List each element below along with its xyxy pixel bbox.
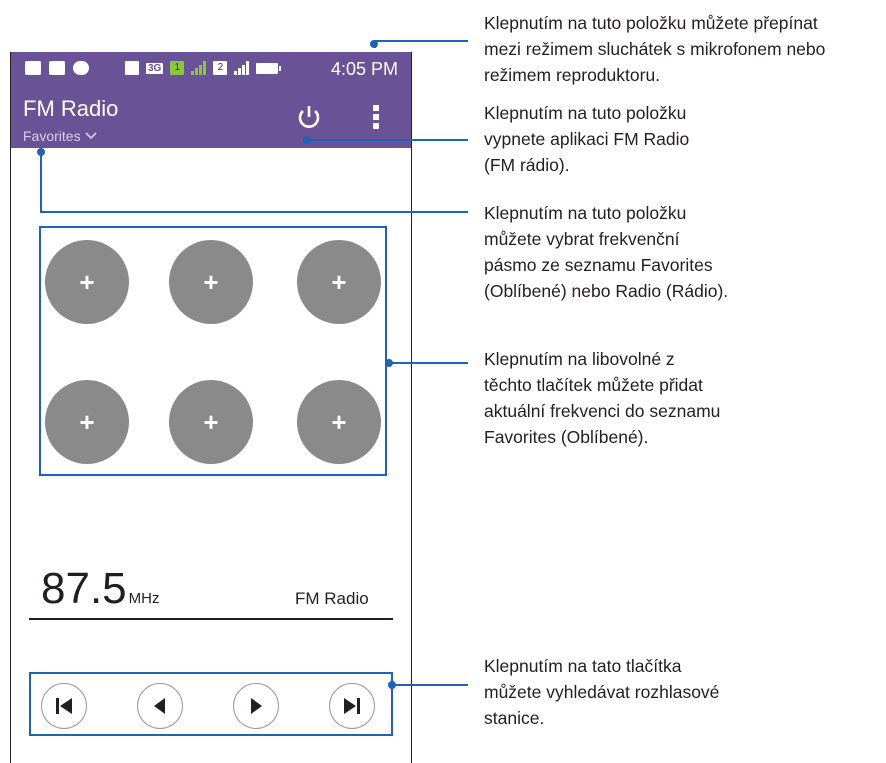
add-favorite-button[interactable]: + bbox=[169, 380, 253, 464]
vibrate-icon bbox=[125, 61, 139, 75]
callout-line: (FM rádio). bbox=[484, 155, 570, 175]
favorites-dropdown[interactable]: Favorites bbox=[23, 128, 97, 144]
overflow-menu-icon[interactable] bbox=[371, 102, 381, 132]
callout-line: Klepnutím na tuto položku bbox=[484, 103, 687, 123]
callout-connector bbox=[307, 139, 468, 141]
callout-line: vypnete aplikaci FM Radio bbox=[484, 129, 690, 149]
callout-line: Klepnutím na tuto položku můžete přepína… bbox=[484, 13, 818, 33]
callout-line: aktuální frekvenci do seznamu bbox=[484, 401, 721, 421]
add-favorite-button[interactable]: + bbox=[297, 240, 381, 324]
favorites-dropdown-label: Favorites bbox=[23, 128, 81, 144]
callout-line: režimem reproduktoru. bbox=[484, 65, 661, 85]
callout-line: těchto tlačítek můžete přidat bbox=[484, 375, 703, 395]
callout-text-menu: Klepnutím na tuto položku můžete přepína… bbox=[484, 10, 825, 88]
status-icons: 3G 1 2 bbox=[125, 61, 282, 75]
callout-line: Klepnutím na tuto položku bbox=[484, 203, 687, 223]
frequency-display: 87.5 MHz bbox=[41, 564, 159, 614]
callout-line: Klepnutím na tato tlačítka bbox=[484, 656, 682, 676]
callout-text-favorites: Klepnutím na tuto položku můžete vybrat … bbox=[484, 200, 728, 304]
battery-icon bbox=[256, 62, 282, 74]
skip-next-button[interactable] bbox=[329, 683, 375, 729]
seek-back-button[interactable] bbox=[137, 683, 183, 729]
callout-text-grid: Klepnutím na libovolné z těchto tlačítek… bbox=[484, 346, 720, 450]
station-label: FM Radio bbox=[295, 589, 369, 608]
seek-back-icon bbox=[154, 698, 165, 714]
callout-text-controls: Klepnutím na tato tlačítka můžete vyhled… bbox=[484, 653, 719, 731]
callout-line: pásmo ze seznamu Favorites bbox=[484, 255, 713, 275]
phone-screen: 3G 1 2 4:05 PM FM Radio Favorites + + + … bbox=[10, 52, 412, 763]
skip-next-icon bbox=[344, 698, 360, 714]
status-time: 4:05 PM bbox=[331, 59, 399, 79]
add-favorite-button[interactable]: + bbox=[297, 380, 381, 464]
callout-connector bbox=[374, 40, 468, 42]
signal-sim1-icon bbox=[191, 61, 207, 75]
add-favorite-button[interactable]: + bbox=[169, 240, 253, 324]
skip-previous-button[interactable] bbox=[41, 683, 87, 729]
signal-sim2-icon bbox=[234, 61, 250, 75]
power-icon[interactable] bbox=[294, 102, 324, 132]
callout-connector bbox=[40, 211, 468, 213]
callout-line: (Oblíbené) nebo Radio (Rádio). bbox=[484, 281, 729, 301]
skip-previous-icon bbox=[56, 698, 72, 714]
plus-notification-icon bbox=[25, 61, 41, 75]
app-title: FM Radio bbox=[23, 96, 119, 121]
frequency-divider bbox=[29, 618, 393, 620]
callout-connector bbox=[392, 684, 468, 686]
add-favorite-button[interactable]: + bbox=[45, 380, 129, 464]
mail-icon bbox=[49, 61, 65, 75]
callout-line: Favorites (Oblíbené). bbox=[484, 427, 649, 447]
add-favorite-button[interactable]: + bbox=[45, 240, 129, 324]
seek-forward-icon bbox=[251, 698, 262, 714]
status-bar: 3G 1 2 4:05 PM bbox=[11, 52, 411, 88]
callout-line: Klepnutím na libovolné z bbox=[484, 349, 675, 369]
callout-text-power: Klepnutím na tuto položku vypnete aplika… bbox=[484, 100, 689, 178]
callout-line: mezi režimem sluchátek s mikrofonem nebo bbox=[484, 39, 826, 59]
hangouts-icon bbox=[73, 61, 89, 75]
frequency-unit: MHz bbox=[128, 590, 160, 607]
callout-connector bbox=[40, 152, 42, 212]
callout-connector bbox=[389, 362, 468, 364]
notification-icons bbox=[25, 61, 89, 75]
callout-line: stanice. bbox=[484, 708, 545, 728]
sim1-icon: 1 bbox=[170, 61, 185, 75]
frequency-value: 87.5 bbox=[41, 564, 127, 613]
network-type-badge: 3G bbox=[146, 62, 164, 74]
callout-line: můžete vybrat frekvenční bbox=[484, 229, 680, 249]
sim2-icon: 2 bbox=[213, 61, 228, 75]
chevron-down-icon bbox=[85, 132, 97, 140]
seek-forward-button[interactable] bbox=[233, 683, 279, 729]
callout-line: můžete vyhledávat rozhlasové bbox=[484, 682, 720, 702]
